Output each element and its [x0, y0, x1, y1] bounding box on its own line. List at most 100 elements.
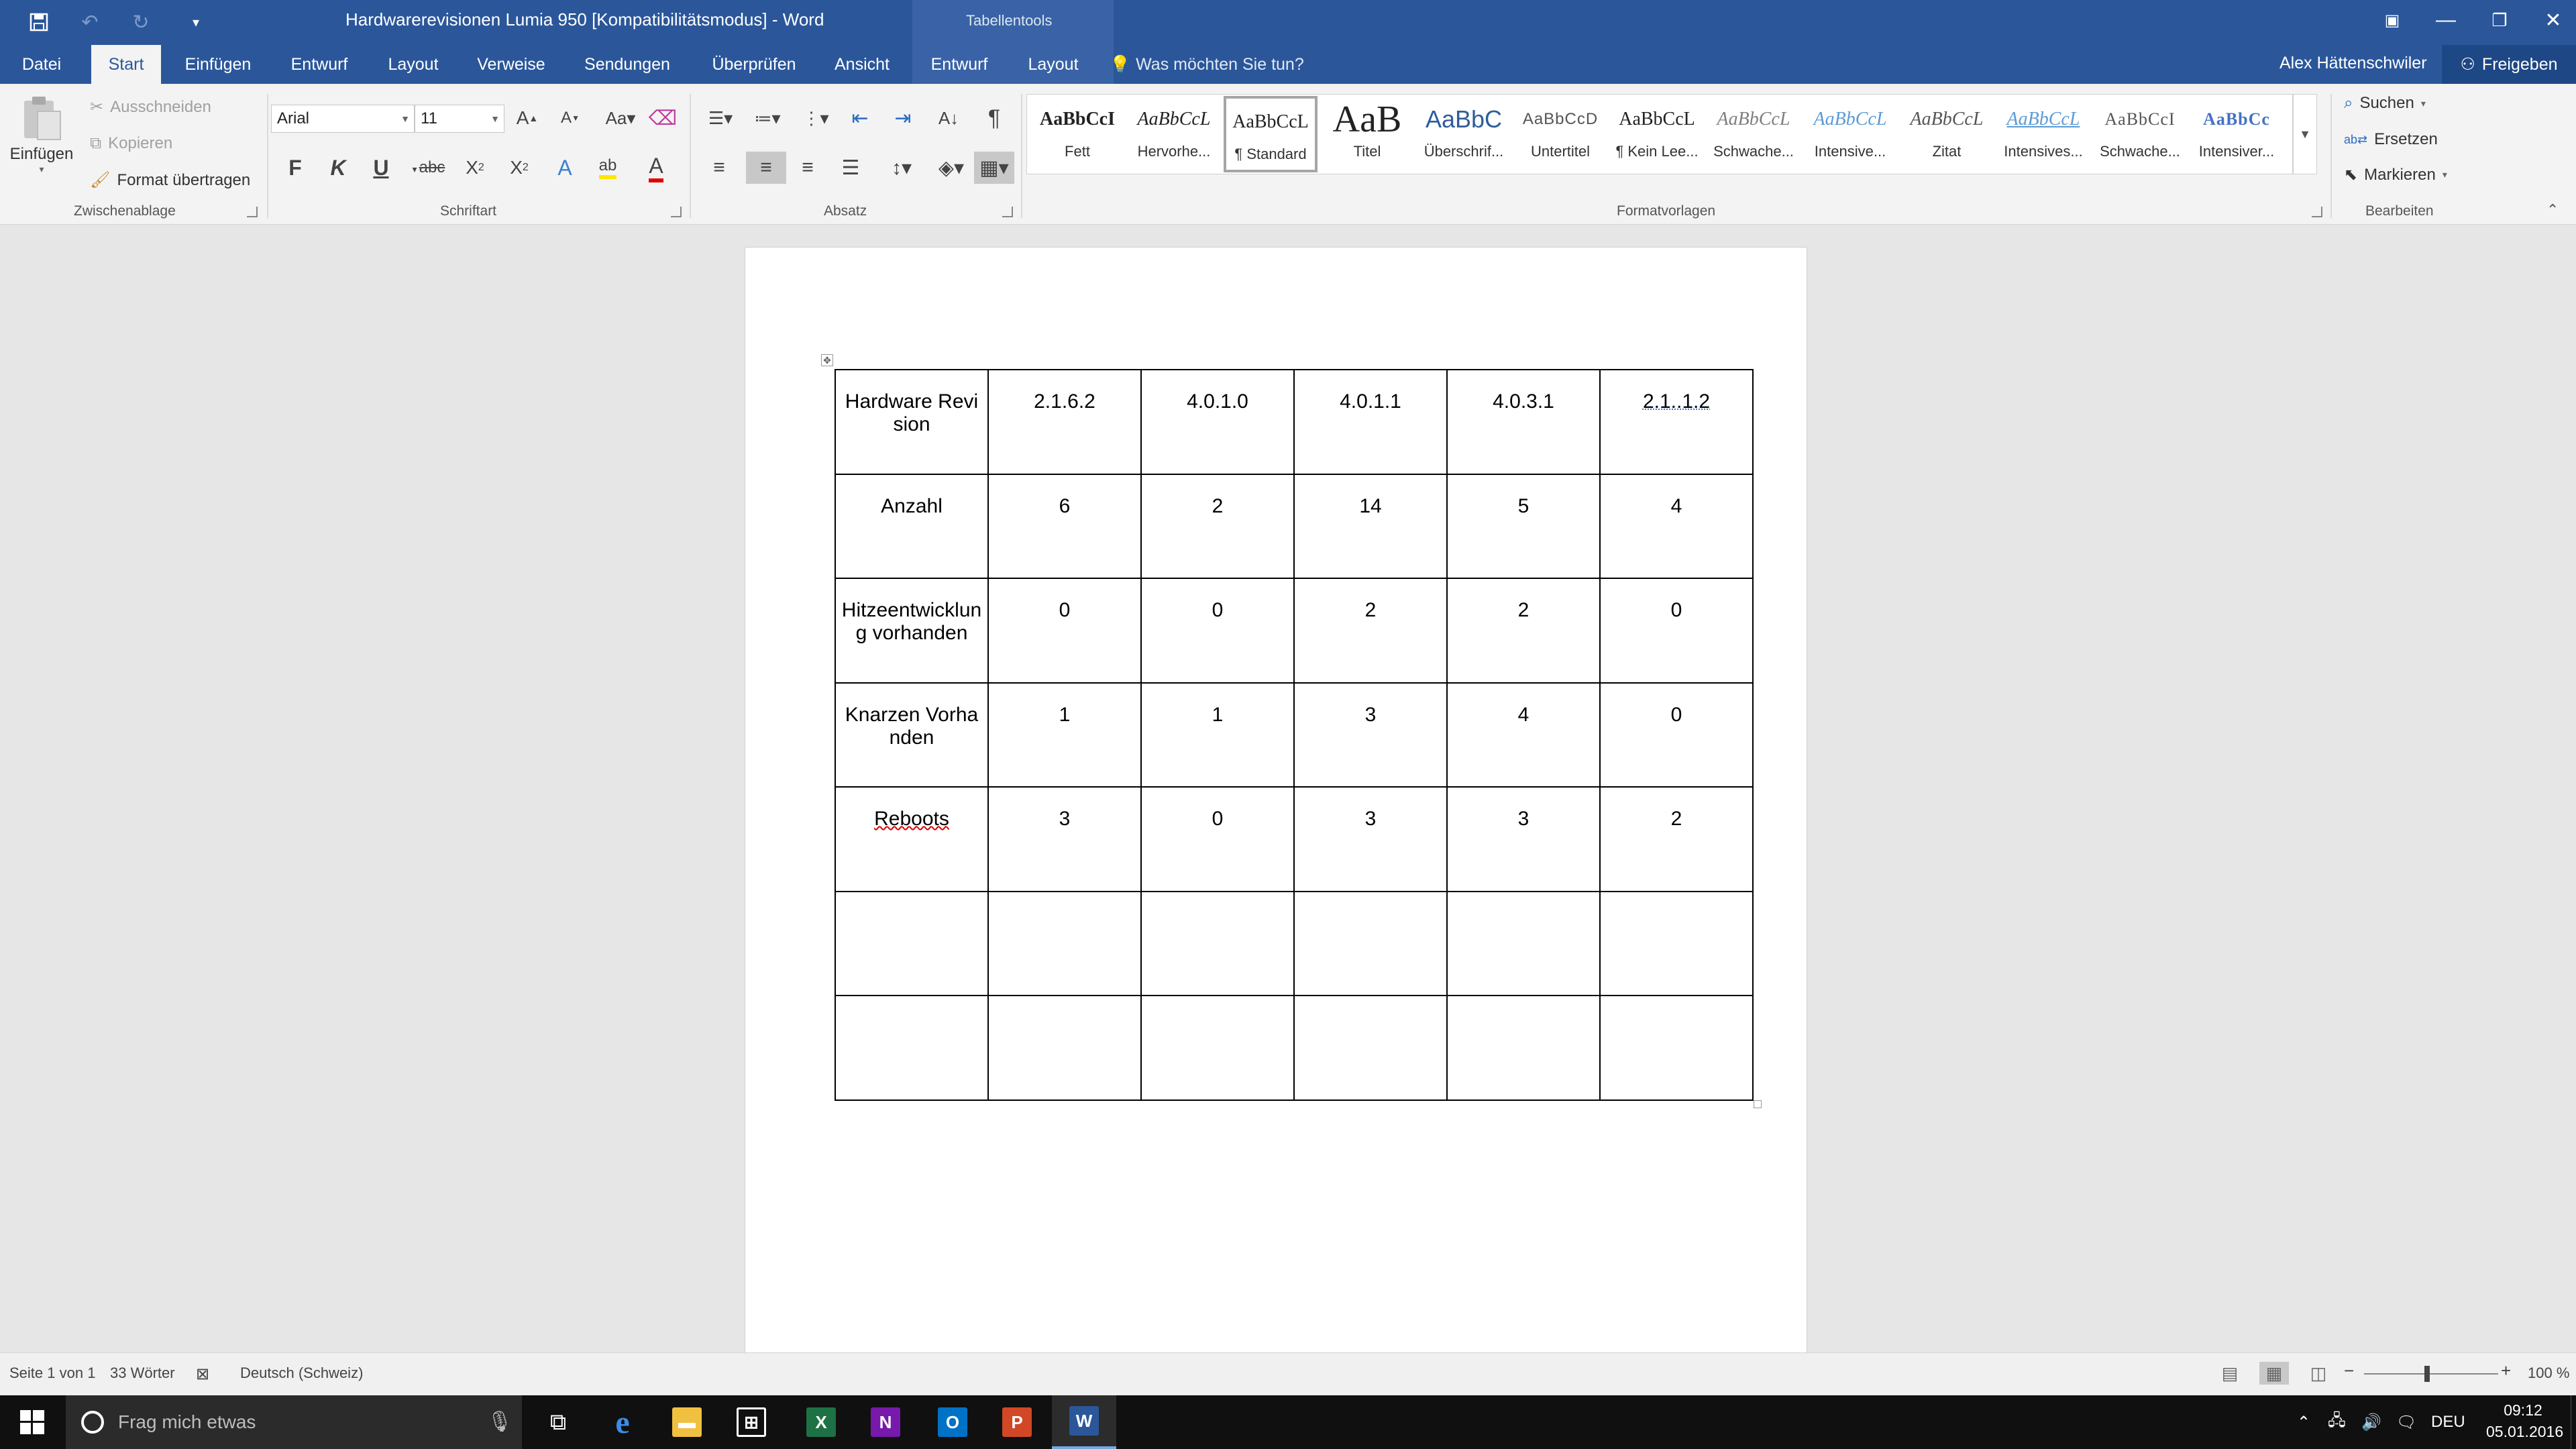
- table-cell[interactable]: 3: [987, 786, 1142, 892]
- minimize-button[interactable]: —: [2419, 0, 2473, 40]
- table-cell[interactable]: 2.1..1.2: [1599, 369, 1754, 475]
- input-language[interactable]: DEU: [2431, 1395, 2465, 1449]
- table-cell[interactable]: 3: [1446, 786, 1601, 892]
- numbering-icon[interactable]: ≔▾: [747, 102, 788, 134]
- clipboard-dialog-launcher[interactable]: [247, 207, 258, 217]
- tab-table-entwurf[interactable]: Entwurf: [919, 45, 1000, 84]
- task-view-icon[interactable]: ⧉: [526, 1395, 590, 1449]
- table-cell[interactable]: [1293, 890, 1448, 996]
- table-cell[interactable]: 4: [1446, 682, 1601, 788]
- styles-more-chevron-icon[interactable]: ▼: [2293, 94, 2317, 174]
- font-size-combo[interactable]: 11 ▼: [415, 105, 504, 133]
- table-cell[interactable]: [1293, 995, 1448, 1101]
- table-cell[interactable]: Hardware Revision: [835, 369, 989, 475]
- table-cell[interactable]: 1: [1140, 682, 1295, 788]
- microphone-icon[interactable]: 🎙: [487, 1410, 513, 1434]
- table-cell[interactable]: 4.0.1.0: [1140, 369, 1295, 475]
- text-effects-icon[interactable]: A: [549, 152, 581, 184]
- font-color-icon[interactable]: A: [640, 152, 672, 184]
- subscript-icon[interactable]: X2: [459, 152, 491, 184]
- borders-icon[interactable]: ▦▾: [974, 152, 1014, 184]
- style-schwacher-verweis[interactable]: AaBbCcI Schwache...: [2093, 96, 2187, 172]
- table-cell[interactable]: 0: [1140, 578, 1295, 684]
- page-count[interactable]: Seite 1 von 1: [9, 1364, 95, 1382]
- table-cell[interactable]: [835, 890, 989, 996]
- highlight-color-icon[interactable]: ab: [592, 152, 624, 184]
- table-cell[interactable]: [835, 995, 989, 1101]
- print-layout-icon[interactable]: ▦: [2259, 1362, 2289, 1385]
- sort-icon[interactable]: A↓: [932, 102, 965, 134]
- restore-button[interactable]: ❐: [2473, 0, 2526, 40]
- multilevel-list-icon[interactable]: ⋮▾: [796, 102, 836, 134]
- change-case-icon[interactable]: Aa▾: [600, 102, 641, 134]
- zoom-out-button[interactable]: −: [2344, 1360, 2354, 1381]
- style-schwache-hervorhebung[interactable]: AaBbCcL Schwache...: [1707, 96, 1801, 172]
- table-cell[interactable]: 2: [1446, 578, 1601, 684]
- table-cell[interactable]: [1599, 890, 1754, 996]
- redo-icon[interactable]: ↻: [121, 5, 161, 39]
- language-status[interactable]: Deutsch (Schweiz): [240, 1364, 363, 1382]
- tab-sendungen[interactable]: Sendungen: [574, 45, 680, 84]
- table-resize-handle[interactable]: [1754, 1100, 1762, 1108]
- table-cell[interactable]: 5: [1446, 473, 1601, 579]
- table-cell[interactable]: [987, 890, 1142, 996]
- customize-qat-icon[interactable]: ▾: [176, 5, 216, 39]
- format-painter-button[interactable]: 🖌 Format übertragen: [90, 170, 250, 190]
- table-cell[interactable]: 2: [1293, 578, 1448, 684]
- style-ueberschrift[interactable]: AaBbC Überschrif...: [1417, 96, 1511, 172]
- line-spacing-icon[interactable]: ↕▾: [881, 152, 922, 184]
- save-icon[interactable]: [19, 5, 59, 39]
- web-layout-icon[interactable]: ◫: [2304, 1362, 2333, 1385]
- copy-button[interactable]: ⧉ Kopieren: [90, 134, 172, 153]
- decrease-indent-icon[interactable]: ⇤: [844, 102, 876, 134]
- data-table[interactable]: Hardware Revision 2.1.6.2 4.0.1.0 4.0.1.…: [835, 369, 1754, 1101]
- replace-button[interactable]: ab⇄ Ersetzen: [2344, 130, 2438, 149]
- table-cell[interactable]: [1446, 995, 1601, 1101]
- table-cell[interactable]: Anzahl: [835, 473, 989, 579]
- table-cell[interactable]: Knarzen Vorhanden: [835, 682, 989, 788]
- tab-ueberpruefen[interactable]: Überprüfen: [699, 45, 809, 84]
- store-app[interactable]: ⊞: [719, 1395, 784, 1449]
- tab-start[interactable]: Start: [91, 45, 161, 84]
- zoom-level[interactable]: 100 %: [2528, 1364, 2569, 1382]
- style-intensives-zitat[interactable]: AaBbCcL Intensives...: [1996, 96, 2090, 172]
- table-cell[interactable]: 4.0.1.1: [1293, 369, 1448, 475]
- style-standard[interactable]: AaBbCcL ¶ Standard: [1224, 96, 1318, 172]
- table-cell[interactable]: 0: [1599, 682, 1754, 788]
- show-hidden-icons-icon[interactable]: ⌃: [2297, 1395, 2310, 1449]
- clear-formatting-icon[interactable]: ⌫: [647, 102, 679, 134]
- paragraph-dialog-launcher[interactable]: [1002, 207, 1013, 217]
- onenote-app[interactable]: N: [853, 1395, 918, 1449]
- align-left-icon[interactable]: ≡: [703, 152, 735, 184]
- table-cell[interactable]: 0: [1599, 578, 1754, 684]
- word-app[interactable]: W: [1052, 1395, 1116, 1449]
- show-desktop-button[interactable]: [2571, 1395, 2576, 1449]
- select-button[interactable]: ⬉ Markieren ▾: [2344, 165, 2447, 184]
- outlook-app[interactable]: O: [920, 1395, 985, 1449]
- find-button[interactable]: ⌕ Suchen ▾: [2344, 94, 2426, 113]
- table-cell[interactable]: [1140, 995, 1295, 1101]
- table-move-handle-icon[interactable]: ✥: [821, 354, 833, 366]
- table-cell[interactable]: 2.1.6.2: [987, 369, 1142, 475]
- tab-table-layout[interactable]: Layout: [1016, 45, 1091, 84]
- shading-icon[interactable]: ◈▾: [931, 152, 971, 184]
- table-cell[interactable]: 6: [987, 473, 1142, 579]
- tab-datei[interactable]: Datei: [0, 45, 83, 84]
- style-fett[interactable]: AaBbCcI Fett: [1030, 96, 1124, 172]
- table-cell[interactable]: Hitzeentwicklung vorhanden: [835, 578, 989, 684]
- collapse-ribbon-icon[interactable]: ⌃: [2546, 201, 2559, 219]
- zoom-slider-thumb[interactable]: [2424, 1366, 2430, 1382]
- table-cell[interactable]: [1446, 890, 1601, 996]
- word-count[interactable]: 33 Wörter: [110, 1364, 175, 1382]
- increase-indent-icon[interactable]: ⇥: [887, 102, 919, 134]
- styles-dialog-launcher[interactable]: [2312, 207, 2322, 217]
- tab-layout[interactable]: Layout: [376, 45, 451, 84]
- style-zitat[interactable]: AaBbCcL Zitat: [1900, 96, 1994, 172]
- table-cell[interactable]: [987, 995, 1142, 1101]
- proofing-icon[interactable]: ⊠: [196, 1364, 209, 1384]
- volume-icon[interactable]: 🔊: [2361, 1395, 2381, 1449]
- user-name[interactable]: Alex Hättenschwiler: [2279, 54, 2427, 73]
- style-hervorhebung[interactable]: AaBbCcL Hervorhe...: [1127, 96, 1221, 172]
- table-cell[interactable]: 2: [1599, 786, 1754, 892]
- close-button[interactable]: ✕: [2526, 0, 2576, 40]
